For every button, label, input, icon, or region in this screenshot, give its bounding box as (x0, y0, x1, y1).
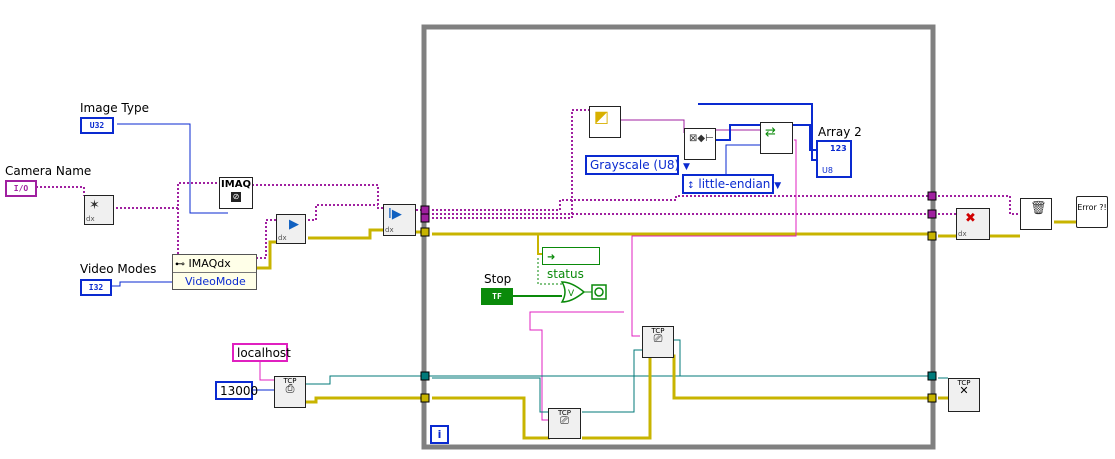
status-label: status (547, 267, 584, 281)
tunnel-error-out (927, 231, 937, 241)
imaq-text: IMAQ (221, 179, 251, 190)
stop-label: Stop (484, 272, 512, 286)
dx-tag: dx (278, 234, 287, 242)
port-constant[interactable]: 13000 (215, 381, 258, 400)
array2-label: Array 2 (818, 125, 862, 139)
endianness-ring-value: little-endian (698, 177, 771, 191)
start-acquisition-icon: I▶ (388, 207, 402, 222)
property-class-row: ⊷ IMAQdx (173, 255, 256, 273)
type-cast-node[interactable]: ⇄ (760, 122, 793, 154)
tunnel-tcp-error-out (927, 393, 937, 403)
imaq-create-icon: ⊘ (231, 192, 241, 202)
loop-condition-terminal (591, 284, 607, 300)
tcp-write-icon: ⎚ (653, 332, 663, 345)
tunnel-session-in-2 (420, 213, 430, 223)
tcp-conn-wire-c (582, 349, 642, 413)
tcp-error-wire (306, 396, 550, 440)
property-ref-icon: ⊷ (175, 259, 185, 270)
array2-indicator[interactable]: 123 U8 (816, 140, 852, 178)
play-icon: ▶ (289, 217, 299, 232)
dx-tag: dx (385, 226, 394, 234)
close-camera-icon: ✖ (965, 211, 976, 226)
tunnel-tcp-error-in (420, 393, 430, 403)
image-type-ring-value: Grayscale (U8) (590, 158, 680, 172)
session-wire-d (256, 219, 276, 259)
tcp-conn-wire-b (432, 377, 550, 413)
error-handler-text: Error ?! (1077, 203, 1107, 212)
video-modes-terminal[interactable]: I32 (80, 279, 112, 296)
ring-dropdown-icon: ▼ (774, 181, 782, 191)
session-loop-wire-c (432, 109, 600, 219)
error-wire-b (308, 228, 383, 240)
status-arrow-icon: ➜ (547, 252, 556, 263)
tcp-close-node[interactable]: TCP ✕ (948, 378, 980, 412)
session-wire-e (308, 204, 378, 221)
array2-type: U8 (822, 166, 833, 175)
image-type-label: Image Type (80, 101, 149, 115)
tunnel-tcp-in (420, 371, 430, 381)
string-wire-b (529, 311, 624, 421)
trash-icon: 🗑 (1030, 201, 1047, 216)
tunnel-session-out (927, 191, 937, 201)
array2-index: 123 (830, 144, 847, 153)
camera-name-wire (36, 186, 85, 196)
flatten-icon: ⊠◆⊢ (689, 133, 714, 144)
session-wire-b (172, 208, 179, 259)
block-diagram: V Image Type U32 Camera Name I/O Video M… (0, 0, 1115, 459)
error-handler-node[interactable]: Error ?! (1076, 196, 1108, 228)
imaqdx-property-node[interactable]: ⊷ IMAQdx VideoMode (172, 254, 257, 290)
tcp-open-icon: ⎙ (285, 382, 295, 395)
imaq-create-node[interactable]: IMAQ ⊘ (219, 177, 253, 209)
tunnel-error-in (420, 227, 430, 237)
tcp-open-node[interactable]: TCP ⎙ (274, 376, 306, 408)
image-array-icon: ◩ (594, 107, 610, 126)
image-type-ring[interactable]: Grayscale (U8) ▼ (585, 155, 690, 175)
imaq-dispose-node[interactable]: 🗑 (1020, 198, 1052, 230)
tcp-write-node-2[interactable]: TCP ⎚ (642, 326, 674, 358)
flatten-node[interactable]: ⊠◆⊢ (684, 128, 716, 160)
tcp-conn-wire (306, 375, 930, 385)
video-modes-wire (111, 281, 172, 287)
property-class: IMAQdx (188, 257, 231, 270)
tunnel-session-in (420, 205, 430, 215)
dx-tag: dx (958, 230, 967, 238)
property-videomode[interactable]: VideoMode (173, 273, 256, 290)
dx-tag: dx (86, 215, 95, 223)
endianness-ring[interactable]: ↕ little-endian ▼ (682, 174, 781, 194)
tcp-write-node[interactable]: TCP ⎚ (548, 408, 581, 439)
tunnel-session-out-2 (927, 209, 937, 219)
camera-name-terminal[interactable]: I/O (5, 180, 37, 197)
status-indicator: ➜ status (542, 247, 600, 281)
session-wire-a (116, 182, 219, 209)
image-type-terminal[interactable]: U32 (80, 117, 114, 134)
image-type-wire (117, 123, 228, 214)
tcp-write-icon: ⎚ (560, 414, 569, 427)
while-loop-frame (421, 24, 936, 450)
camera-name-label: Camera Name (5, 164, 92, 178)
loop-iteration-terminal: i (430, 425, 449, 444)
tcp-close-icon: ✕ (959, 384, 969, 397)
imaqdx-close-node[interactable]: ✖ dx (956, 208, 990, 240)
host-wire (259, 360, 274, 381)
camera-open-icon: ✶ (89, 198, 100, 213)
imaqdx-open-node[interactable]: ✶ dx (84, 195, 114, 225)
session-loop-wire-b (432, 195, 930, 211)
svg-text:V: V (568, 289, 575, 299)
endian-arrow-icon: ↕ (687, 181, 695, 191)
imaqdx-configure-node[interactable]: ▶ dx (276, 214, 306, 244)
stop-terminal[interactable]: TF (481, 288, 513, 305)
error-loop-wire (416, 230, 930, 236)
type-cast-icon: ⇄ (765, 125, 776, 140)
video-modes-label: Video Modes (80, 262, 157, 276)
ring-dropdown-icon: ▼ (683, 162, 690, 172)
endian-wire (725, 144, 760, 175)
tunnel-tcp-out (927, 371, 937, 381)
imaq-image-to-array-node[interactable]: ◩ (589, 106, 621, 138)
host-constant[interactable]: localhost (232, 343, 291, 362)
imaqdx-start-node[interactable]: I▶ dx (383, 204, 416, 236)
image-wire-a (620, 119, 685, 133)
